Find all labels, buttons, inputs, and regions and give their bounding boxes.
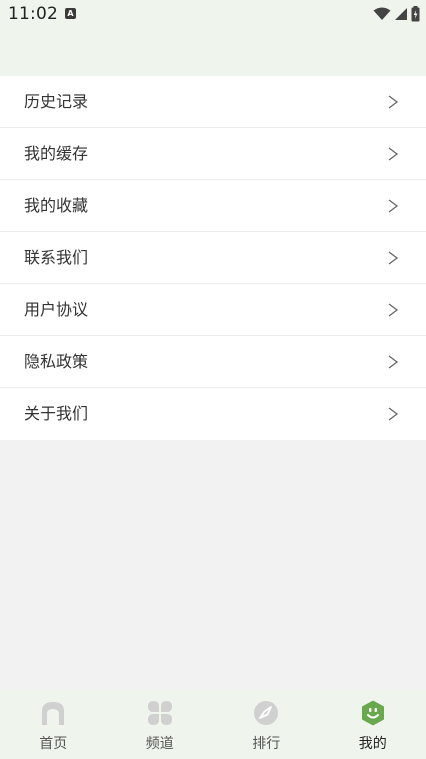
menu-item-label: 我的缓存 [24, 144, 89, 163]
chevron-right-icon [388, 407, 399, 421]
menu-item-label: 历史记录 [24, 92, 89, 111]
wifi-icon [373, 7, 391, 20]
menu-item-about[interactable]: 关于我们 [0, 388, 426, 440]
chevron-right-icon [388, 147, 399, 161]
nav-item-channel[interactable]: 频道 [107, 689, 214, 759]
menu-item-favorites[interactable]: 我的收藏 [0, 180, 426, 232]
chevron-right-icon [388, 95, 399, 109]
nav-item-ranking[interactable]: 排行 [213, 689, 320, 759]
smile-face-icon [361, 700, 384, 726]
nav-label: 排行 [252, 736, 281, 752]
nav-item-mine[interactable]: 我的 [320, 689, 426, 759]
nav-label: 我的 [358, 736, 387, 752]
menu-item-label: 用户协议 [24, 300, 89, 319]
battery-icon [411, 6, 420, 22]
header-area: 11:02 A [0, 0, 426, 76]
profile-menu: 历史记录 我的缓存 我的收藏 联系我们 用户协议 隐私政策 关于我们 [0, 76, 426, 440]
chevron-right-icon [388, 355, 399, 369]
menu-item-label: 我的收藏 [24, 196, 89, 215]
status-time: 11:02 [8, 4, 58, 24]
menu-item-label: 关于我们 [24, 404, 89, 423]
home-icon [42, 702, 65, 725]
nav-item-home[interactable]: 首页 [0, 689, 107, 759]
signal-icon [395, 8, 407, 20]
nav-label: 首页 [39, 736, 68, 752]
channel-icon [147, 701, 172, 725]
menu-item-cache[interactable]: 我的缓存 [0, 128, 426, 180]
menu-item-label: 隐私政策 [24, 352, 89, 371]
chevron-right-icon [388, 251, 399, 265]
chevron-right-icon [388, 303, 399, 317]
menu-item-label: 联系我们 [24, 248, 89, 267]
compass-icon [254, 701, 279, 725]
menu-item-history[interactable]: 历史记录 [0, 76, 426, 128]
profile-screen: 11:02 A 历史记录 我的缓存 我的收藏 联系我们 用户协议 隐私政策 关于… [0, 0, 426, 759]
menu-item-contact[interactable]: 联系我们 [0, 232, 426, 284]
menu-item-user-agreement[interactable]: 用户协议 [0, 284, 426, 336]
a-icon: A [65, 8, 76, 19]
nav-label: 频道 [145, 736, 174, 752]
status-icons [373, 5, 420, 23]
bottom-nav: 首页 频道 排行 我的 [0, 689, 426, 759]
chevron-right-icon [388, 199, 399, 213]
menu-item-privacy-policy[interactable]: 隐私政策 [0, 336, 426, 388]
